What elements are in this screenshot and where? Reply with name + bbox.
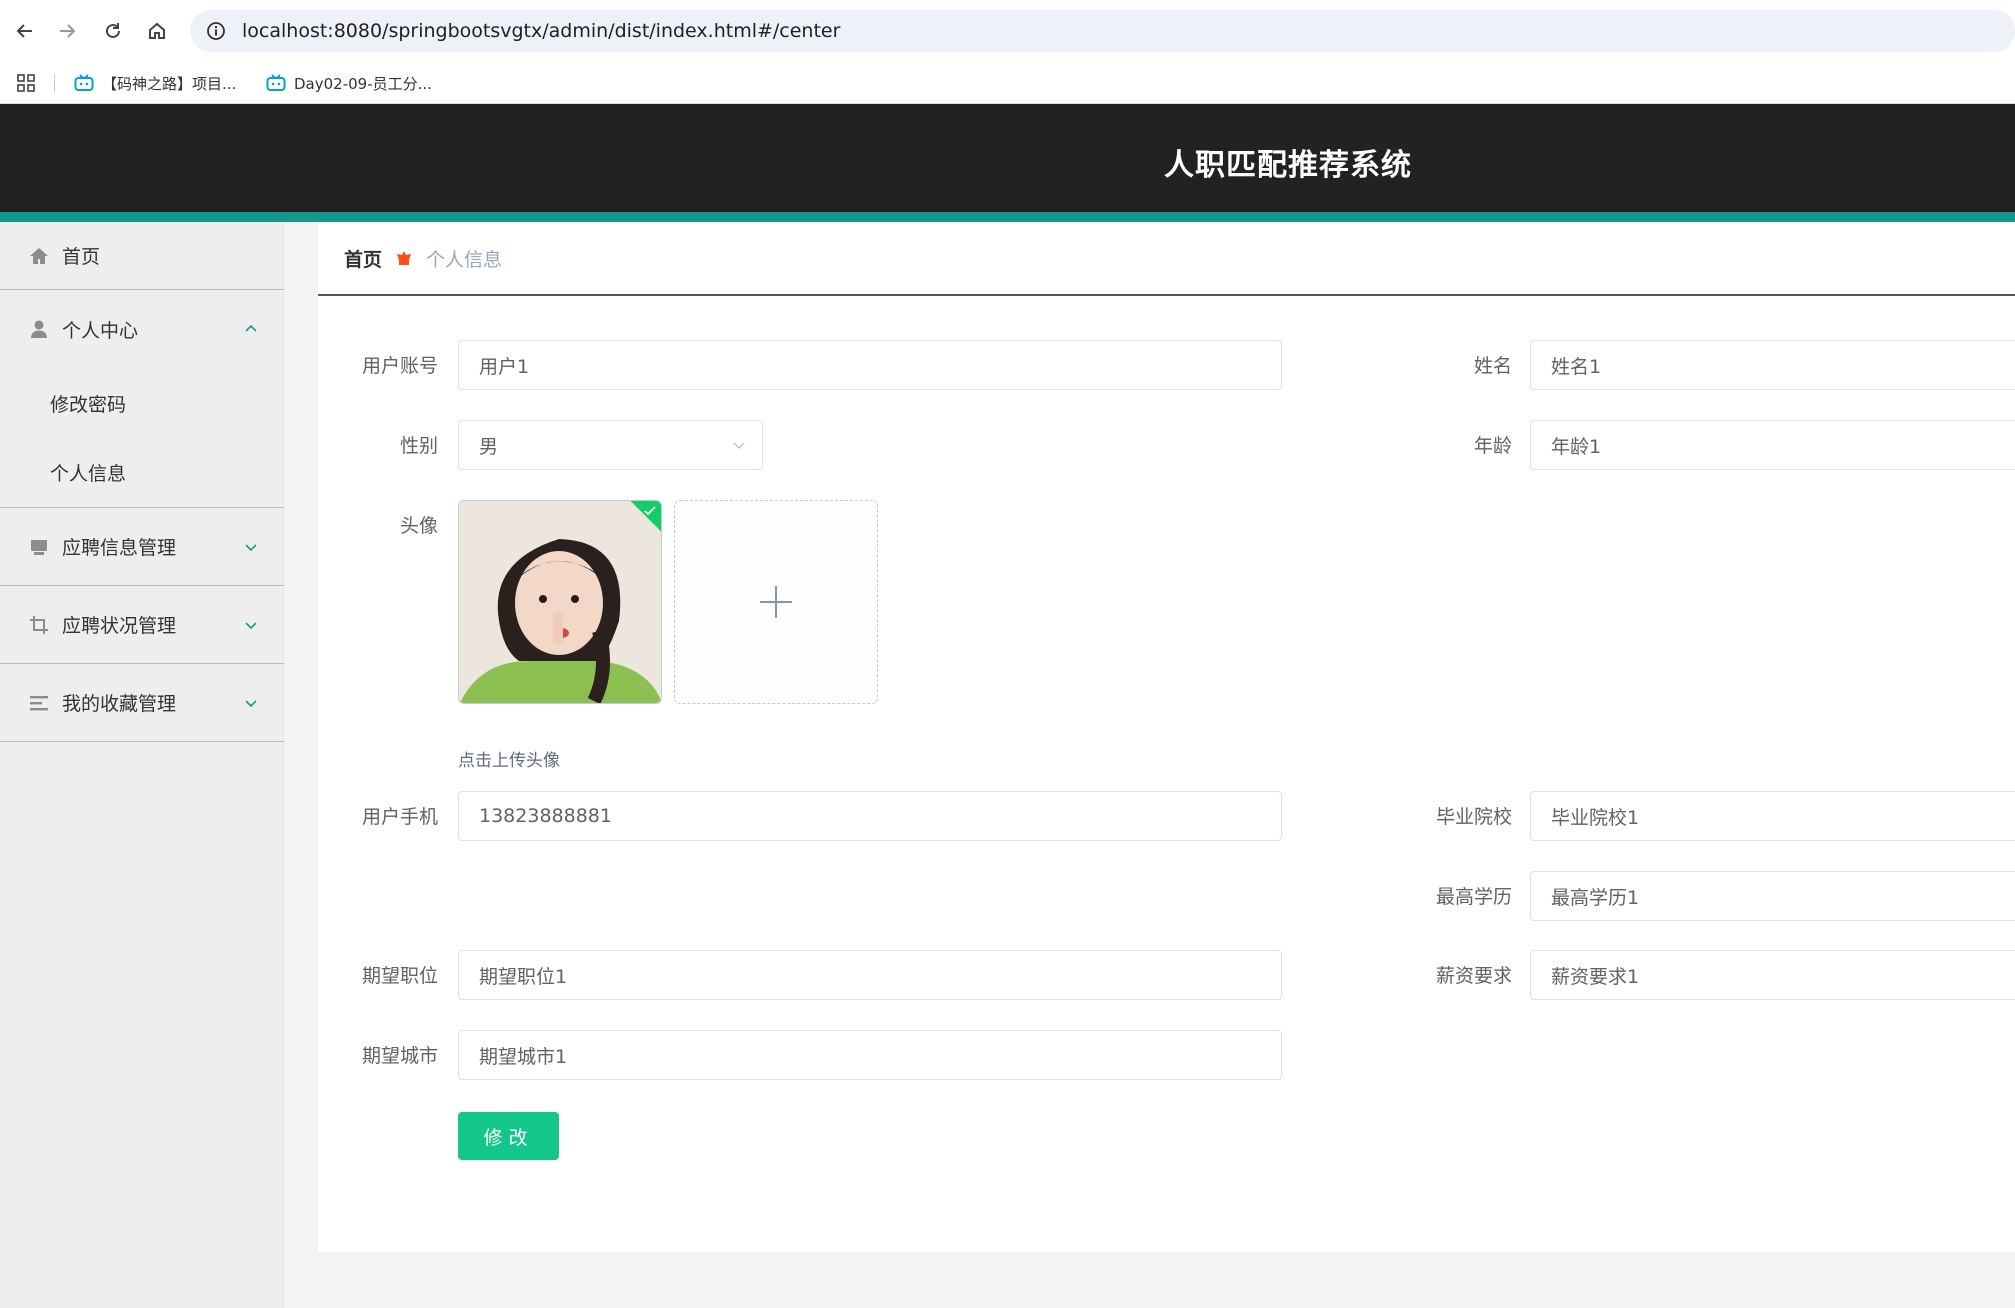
account-value: 用户1	[479, 355, 530, 378]
avatar-label: 头像	[399, 515, 438, 537]
age-input[interactable]: 年龄1	[1530, 420, 2015, 470]
avatar-portrait	[459, 501, 661, 703]
sidebar-subitem-change-password[interactable]: 修改密码	[0, 368, 284, 438]
arrow-right-icon	[60, 24, 76, 38]
back-button[interactable]	[6, 12, 44, 50]
sidebar-item-application-status[interactable]: 应聘状况管理	[0, 586, 284, 664]
main-panel: 首页 个人信息 用户账号 用户1 姓名 姓名1 性别 男 年龄 年龄1 头像 点…	[318, 222, 2015, 1252]
bookmark-item[interactable]: 【码神之路】项目...	[74, 70, 236, 96]
name-input[interactable]: 姓名1	[1530, 340, 2015, 390]
bookmark-item[interactable]: Day02-09-员工分...	[266, 70, 432, 96]
sidebar: 首页 个人中心 修改密码 个人信息 应聘信息管理 应聘状况管理 我的收藏管理	[0, 222, 284, 1308]
home-icon	[28, 245, 50, 267]
list-icon	[28, 692, 50, 714]
breadcrumb-current: 个人信息	[426, 248, 503, 271]
sidebar-item-label: 应聘状况管理	[62, 615, 177, 637]
sidebar-item-application-info[interactable]: 应聘信息管理	[0, 508, 284, 586]
chevron-up-icon	[245, 324, 257, 332]
bookmark-label: Day02-09-员工分...	[294, 74, 432, 93]
education-value: 最高学历1	[1551, 886, 1640, 909]
browser-toolbar: localhost:8080/springbootsvgtx/admin/dis…	[0, 0, 2015, 62]
bookmark-divider	[54, 74, 55, 92]
sidebar-item-label: 应聘信息管理	[62, 537, 177, 559]
sidebar-item-personal-center[interactable]: 个人中心	[0, 290, 284, 368]
avatar-upload-button[interactable]	[674, 500, 878, 704]
apps-button[interactable]	[16, 70, 36, 96]
chevron-down-icon	[245, 699, 257, 707]
education-label: 最高学历	[1435, 886, 1512, 908]
sidebar-item-favorites[interactable]: 我的收藏管理	[0, 664, 284, 742]
gender-value: 男	[479, 435, 499, 458]
breadcrumb-home[interactable]: 首页	[344, 245, 382, 272]
chevron-down-icon	[245, 621, 257, 629]
name-label: 姓名	[1473, 355, 1512, 377]
bookmarks-bar: 【码神之路】项目... Day02-09-员工分...	[0, 62, 2015, 104]
forward-button[interactable]	[48, 12, 86, 50]
header-accent-strip	[0, 212, 2015, 222]
city-input[interactable]: 期望城市1	[458, 1030, 1282, 1080]
school-input[interactable]: 毕业院校1	[1530, 791, 2015, 841]
reload-button[interactable]	[94, 12, 132, 50]
update-button[interactable]: 修改	[458, 1112, 559, 1160]
inbox-icon	[28, 536, 50, 558]
check-icon	[644, 506, 656, 516]
phone-input[interactable]: 13823888881	[458, 791, 1282, 841]
system-title: 人职匹配推荐系统	[1164, 148, 1412, 183]
school-value: 毕业院校1	[1551, 806, 1640, 829]
education-input[interactable]: 最高学历1	[1530, 871, 2015, 921]
position-label: 期望职位	[361, 965, 438, 987]
profile-form: 用户账号 用户1 姓名 姓名1 性别 男 年龄 年龄1 头像 点击上传头像 用户…	[318, 308, 2015, 1252]
age-label: 年龄	[1473, 435, 1512, 457]
city-value: 期望城市1	[479, 1045, 568, 1068]
sidebar-subitem-personal-info[interactable]: 个人信息	[0, 438, 284, 508]
account-input[interactable]: 用户1	[458, 340, 1282, 390]
house-icon	[149, 22, 165, 39]
gender-select[interactable]: 男	[458, 420, 763, 470]
arrow-left-icon	[16, 24, 32, 38]
user-icon	[28, 318, 50, 340]
flame-separator-icon	[397, 251, 412, 265]
salary-value: 薪资要求1	[1551, 965, 1640, 988]
url-text: localhost:8080/springbootsvgtx/admin/dis…	[242, 20, 841, 42]
reload-icon	[106, 23, 120, 38]
sidebar-subitem-label: 修改密码	[50, 393, 127, 416]
bookmark-label: 【码神之路】项目...	[102, 74, 237, 93]
bilibili-icon	[266, 74, 286, 91]
sidebar-item-label: 首页	[62, 246, 101, 268]
breadcrumb: 首页 个人信息	[318, 222, 2015, 296]
age-value: 年龄1	[1551, 435, 1602, 458]
bilibili-icon	[74, 74, 94, 91]
plus-icon	[760, 586, 792, 618]
address-bar[interactable]: localhost:8080/springbootsvgtx/admin/dis…	[190, 10, 2015, 52]
sidebar-item-label: 我的收藏管理	[62, 693, 177, 715]
position-input[interactable]: 期望职位1	[458, 950, 1282, 1000]
school-label: 毕业院校	[1435, 806, 1512, 828]
chevron-down-icon	[733, 442, 745, 450]
chevron-down-icon	[245, 543, 257, 551]
gender-label: 性别	[399, 435, 438, 457]
phone-label: 用户手机	[361, 806, 438, 828]
salary-input[interactable]: 薪资要求1	[1530, 950, 2015, 1000]
sidebar-item-home[interactable]: 首页	[0, 222, 284, 290]
position-value: 期望职位1	[479, 965, 568, 988]
apps-grid-icon	[17, 74, 35, 92]
avatar-image[interactable]	[458, 500, 662, 704]
app-header: 人职匹配推荐系统	[0, 104, 2015, 212]
sidebar-item-label: 个人中心	[62, 319, 139, 342]
salary-label: 薪资要求	[1435, 965, 1512, 987]
city-label: 期望城市	[361, 1045, 438, 1067]
sidebar-subitem-label: 个人信息	[50, 463, 127, 485]
name-value: 姓名1	[1551, 355, 1602, 378]
phone-value: 13823888881	[479, 805, 612, 827]
home-button[interactable]	[138, 12, 176, 50]
crop-icon	[28, 614, 50, 636]
upload-tip: 点击上传头像	[458, 751, 560, 771]
info-icon	[207, 22, 225, 40]
account-label: 用户账号	[361, 355, 438, 377]
